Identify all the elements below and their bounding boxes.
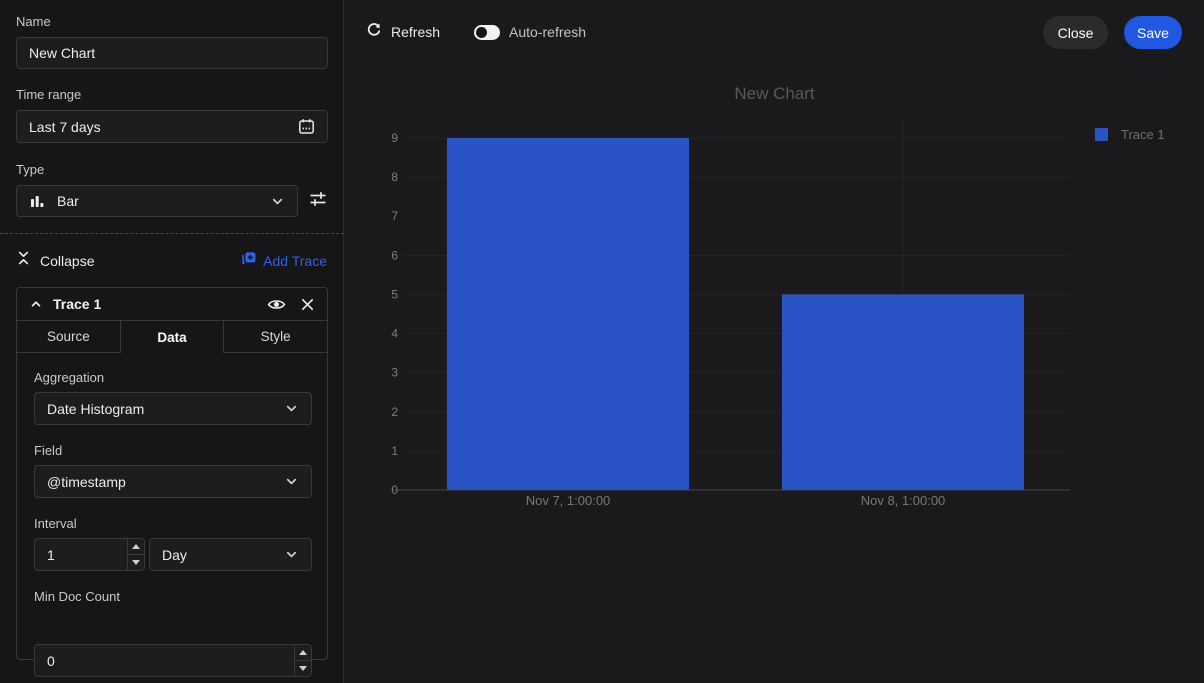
y-tick-label: 2 bbox=[391, 405, 398, 419]
collapse-traces-button[interactable]: Collapse bbox=[16, 250, 94, 271]
eye-icon[interactable] bbox=[267, 295, 286, 314]
trace-panel-header: Trace 1 bbox=[17, 288, 327, 321]
interval-unit-value: Day bbox=[162, 547, 187, 563]
name-input-value: New Chart bbox=[29, 45, 95, 61]
y-tick-label: 8 bbox=[391, 170, 398, 184]
chevron-down-icon bbox=[284, 547, 299, 562]
bar-chart-type-icon bbox=[29, 193, 45, 209]
interval-value: 1 bbox=[47, 547, 55, 563]
tab-style[interactable]: Style bbox=[223, 321, 327, 353]
y-tick-label: 3 bbox=[391, 366, 398, 380]
min-doc-count-value: 0 bbox=[47, 653, 55, 669]
chart-settings-button[interactable] bbox=[307, 190, 329, 212]
y-tick-label: 7 bbox=[391, 209, 398, 223]
y-tick-label: 6 bbox=[391, 248, 398, 262]
arrow-up-icon bbox=[132, 544, 140, 549]
chevron-down-icon bbox=[270, 194, 285, 209]
interval-number-input[interactable]: 1 bbox=[34, 538, 145, 571]
min-doc-count-label: Min Doc Count bbox=[34, 589, 120, 604]
bar-chart: 0 1 2 3 4 5 6 7 8 9 Nov 7, 1:00:00 Nov 8, 1:00:00 bbox=[345, 0, 1204, 530]
chart-type-value: Bar bbox=[57, 193, 79, 209]
arrow-down-icon bbox=[132, 560, 140, 565]
chart-editor-sidebar: Name New Chart Time range Last 7 days Ty… bbox=[0, 0, 344, 683]
increment-button[interactable] bbox=[295, 645, 311, 661]
name-input[interactable]: New Chart bbox=[16, 37, 328, 69]
calendar-icon[interactable] bbox=[298, 118, 315, 135]
bar bbox=[782, 294, 1024, 490]
chart-type-select[interactable]: Bar bbox=[16, 185, 298, 217]
arrow-up-icon bbox=[299, 650, 307, 655]
type-label: Type bbox=[16, 162, 44, 177]
trace-panel: Trace 1 Source Data Style bbox=[16, 287, 328, 660]
field-select[interactable]: @timestamp bbox=[34, 465, 312, 498]
time-range-input[interactable]: Last 7 days bbox=[16, 110, 328, 143]
aggregation-select[interactable]: Date Histogram bbox=[34, 392, 312, 425]
y-tick-label: 0 bbox=[391, 483, 398, 497]
chevron-up-icon[interactable] bbox=[29, 297, 43, 311]
aggregation-label: Aggregation bbox=[34, 370, 104, 385]
chevron-down-icon bbox=[284, 474, 299, 489]
y-tick-label: 4 bbox=[391, 327, 398, 341]
field-label: Field bbox=[34, 443, 62, 458]
aggregation-value: Date Histogram bbox=[47, 401, 144, 417]
interval-label: Interval bbox=[34, 516, 77, 531]
y-tick-label: 9 bbox=[391, 131, 398, 145]
section-divider bbox=[0, 233, 344, 234]
min-doc-count-input[interactable]: 0 bbox=[34, 644, 312, 677]
chart-preview-area: Refresh Auto-refresh Close Save New Char… bbox=[345, 0, 1204, 683]
field-value: @timestamp bbox=[47, 474, 126, 490]
time-range-value: Last 7 days bbox=[29, 119, 101, 135]
collapse-icon bbox=[16, 250, 31, 271]
trace-tabs: Source Data Style bbox=[17, 321, 327, 353]
y-tick-label: 5 bbox=[391, 287, 398, 301]
add-trace-icon bbox=[240, 250, 256, 271]
x-tick-label: Nov 8, 1:00:00 bbox=[861, 493, 946, 508]
time-range-label: Time range bbox=[16, 87, 81, 102]
x-tick-label: Nov 7, 1:00:00 bbox=[526, 493, 611, 508]
decrement-button[interactable] bbox=[128, 555, 144, 570]
sliders-icon bbox=[308, 189, 328, 214]
arrow-down-icon bbox=[299, 666, 307, 671]
decrement-button[interactable] bbox=[295, 661, 311, 676]
add-trace-label: Add Trace bbox=[263, 253, 327, 269]
y-tick-label: 1 bbox=[391, 444, 398, 458]
interval-unit-select[interactable]: Day bbox=[149, 538, 312, 571]
add-trace-button[interactable]: Add Trace bbox=[240, 250, 327, 271]
tab-data[interactable]: Data bbox=[121, 321, 224, 353]
tab-source[interactable]: Source bbox=[17, 321, 121, 353]
trace-title: Trace 1 bbox=[53, 296, 101, 312]
name-label: Name bbox=[16, 14, 51, 29]
collapse-label: Collapse bbox=[40, 253, 94, 269]
bar bbox=[447, 138, 689, 490]
chevron-down-icon bbox=[284, 401, 299, 416]
increment-button[interactable] bbox=[128, 539, 144, 555]
close-trace-icon[interactable] bbox=[300, 297, 315, 312]
